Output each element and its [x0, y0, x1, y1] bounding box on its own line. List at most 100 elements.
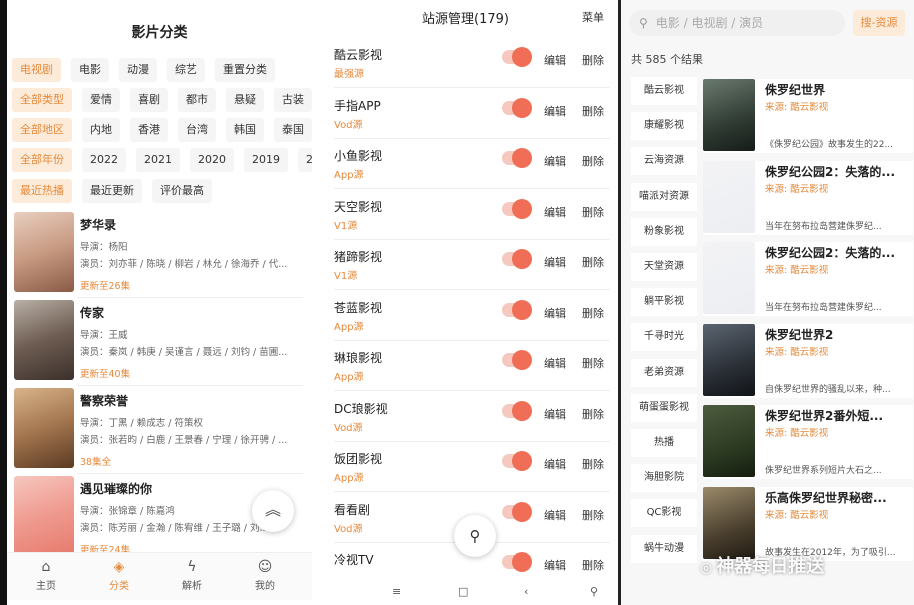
source-toggle[interactable]: [502, 299, 532, 320]
tab-parse[interactable]: ϟ 解析: [162, 557, 222, 592]
delete-button[interactable]: 删除: [582, 52, 604, 68]
home-square-icon[interactable]: □: [458, 585, 468, 598]
source-toggle[interactable]: [502, 148, 532, 168]
filter-chip[interactable]: 泰国: [274, 118, 312, 142]
edit-button[interactable]: 编辑: [544, 254, 566, 270]
edit-button[interactable]: 编辑: [544, 355, 566, 371]
filter-chip[interactable]: 2018: [298, 148, 312, 172]
source-list-item[interactable]: 康耀影视: [631, 112, 697, 141]
filter-chip[interactable]: 台湾: [178, 118, 216, 142]
source-list-item[interactable]: 天堂资源: [631, 253, 697, 281]
filter-chip[interactable]: 悬疑: [226, 88, 264, 112]
edit-button[interactable]: 编辑: [544, 507, 566, 523]
filter-chip[interactable]: 最近热播: [12, 179, 72, 203]
source-toggle[interactable]: [502, 400, 532, 421]
delete-button[interactable]: 删除: [582, 153, 604, 169]
source-list-item[interactable]: 萌蛋蛋影视: [631, 393, 697, 422]
source-tag: 最强源: [334, 69, 364, 80]
delete-button[interactable]: 删除: [582, 305, 604, 321]
tab-category[interactable]: ◈ 分类: [89, 557, 149, 592]
edit-button[interactable]: 编辑: [544, 557, 566, 573]
back-icon[interactable]: ‹: [524, 585, 528, 598]
tab-label: 解析: [182, 581, 202, 592]
scroll-top-button[interactable]: ︽: [252, 490, 294, 532]
search-button[interactable]: ⚲: [454, 515, 496, 557]
filter-chip[interactable]: 喜剧: [130, 88, 168, 112]
menu-button[interactable]: 菜单: [582, 9, 604, 25]
edit-button[interactable]: 编辑: [544, 153, 566, 169]
filter-chip[interactable]: 2020: [190, 148, 234, 172]
result-item[interactable]: 侏罗纪公园2：失落的... 来源: 酷云影视 当年在努布拉岛营建侏罗纪...: [703, 242, 913, 316]
source-toggle[interactable]: [502, 97, 532, 118]
movie-item[interactable]: 传家 导演：王威 演员：秦岚 / 韩庚 / 吴谨言 / 聂远 / 刘钧 / 苗圃..…: [12, 300, 304, 380]
edit-button[interactable]: 编辑: [544, 52, 566, 68]
filter-chip[interactable]: 全部年份: [12, 148, 72, 172]
filter-chip[interactable]: 动漫: [119, 58, 157, 82]
delete-button[interactable]: 删除: [582, 355, 604, 371]
search-input[interactable]: ⚲ 电影 / 电视剧 / 演员: [629, 10, 845, 36]
filter-chip[interactable]: 古装: [274, 88, 312, 112]
row-divider: [77, 297, 303, 298]
edit-button[interactable]: 编辑: [544, 406, 566, 422]
result-item[interactable]: 侏罗纪世界2番外短... 来源: 酷云影视 侏罗纪世界系列短片大石之...: [703, 405, 913, 479]
edit-button[interactable]: 编辑: [544, 456, 566, 472]
filter-chip[interactable]: 全部类型: [12, 88, 72, 112]
filter-chip[interactable]: 重置分类: [215, 58, 275, 82]
edit-button[interactable]: 编辑: [544, 305, 566, 321]
source-list-item[interactable]: 云海资源: [631, 147, 697, 176]
delete-button[interactable]: 删除: [582, 456, 604, 472]
source-list-item[interactable]: 热播: [631, 429, 697, 457]
filter-chip[interactable]: 爱情: [82, 88, 120, 112]
search-source-button[interactable]: 搜-资源: [853, 10, 905, 36]
tab-profile[interactable]: ☺ 我的: [235, 557, 295, 592]
filter-chip[interactable]: 评价最高: [152, 179, 212, 203]
accessibility-icon[interactable]: ⚲: [590, 585, 598, 598]
source-toggle[interactable]: [502, 552, 532, 572]
source-list-item[interactable]: 海胆影院: [631, 464, 697, 493]
edit-button[interactable]: 编辑: [544, 103, 566, 119]
delete-button[interactable]: 删除: [582, 557, 604, 573]
filter-chip[interactable]: 2022: [82, 148, 126, 172]
result-item[interactable]: 侏罗纪公园2：失落的... 来源: 酷云影视 当年在努布拉岛营建侏罗纪...: [703, 160, 913, 235]
filter-chip[interactable]: 韩国: [226, 118, 264, 142]
source-list-item[interactable]: 蜗牛动漫: [631, 534, 697, 563]
edit-button[interactable]: 编辑: [544, 204, 566, 220]
filter-chip[interactable]: 最近更新: [82, 179, 142, 203]
source-toggle[interactable]: [502, 350, 532, 370]
filter-chip[interactable]: 电视剧: [12, 58, 61, 82]
delete-button[interactable]: 删除: [582, 507, 604, 523]
delete-button[interactable]: 删除: [582, 204, 604, 220]
result-item[interactable]: 侏罗纪世界 来源: 酷云影视 《侏罗纪公园》故事发生的22...: [703, 79, 913, 153]
source-list-item[interactable]: QC影视: [631, 499, 697, 528]
filter-chip[interactable]: 香港: [130, 118, 168, 142]
filter-chip[interactable]: 2021: [136, 148, 180, 172]
source-toggle[interactable]: [502, 451, 532, 471]
filter-chip[interactable]: 2019: [244, 148, 288, 172]
source-list-item[interactable]: 千寻时光: [631, 323, 697, 352]
filter-chip[interactable]: 电影: [71, 58, 109, 82]
filter-chip[interactable]: 综艺: [167, 58, 205, 82]
source-list-item[interactable]: 喵派对资源: [631, 182, 697, 211]
source-toggle[interactable]: [502, 501, 532, 522]
movie-item[interactable]: 梦华录 导演：杨阳 演员：刘亦菲 / 陈晓 / 柳岩 / 林允 / 徐海乔 / 代.…: [12, 212, 304, 292]
source-toggle[interactable]: [502, 198, 532, 219]
filter-chip[interactable]: 内地: [82, 118, 120, 142]
poster-image: [14, 388, 74, 468]
delete-button[interactable]: 删除: [582, 103, 604, 119]
source-list-item[interactable]: 老弟资源: [631, 358, 697, 387]
source-list-item[interactable]: 躺平影视: [631, 288, 697, 317]
source-toggle[interactable]: [502, 47, 532, 67]
delete-button[interactable]: 删除: [582, 254, 604, 270]
delete-button[interactable]: 删除: [582, 406, 604, 422]
source-list-item[interactable]: 粉象影视: [631, 217, 697, 246]
result-item[interactable]: 乐高侏罗纪世界秘密... 来源: 酷云影视 故事发生在2012年，为了吸引...: [703, 486, 913, 561]
menu-icon[interactable]: ≡: [392, 585, 401, 598]
movie-item[interactable]: 警察荣誉 导演：丁黑 / 赖成志 / 符策权 演员：张若昀 / 白鹿 / 王景春 /…: [12, 388, 304, 468]
filter-chip[interactable]: 全部地区: [12, 118, 72, 142]
source-toggle[interactable]: [502, 249, 532, 269]
filter-chip[interactable]: 都市: [178, 88, 216, 112]
source-list-item[interactable]: 酷云影视: [631, 77, 697, 105]
result-item[interactable]: 侏罗纪世界2 来源: 酷云影视 自侏罗纪世界的骚乱以来，种...: [703, 323, 913, 398]
result-source: 来源: 酷云影视: [765, 183, 829, 195]
tab-home[interactable]: ⌂ 主页: [16, 557, 76, 592]
